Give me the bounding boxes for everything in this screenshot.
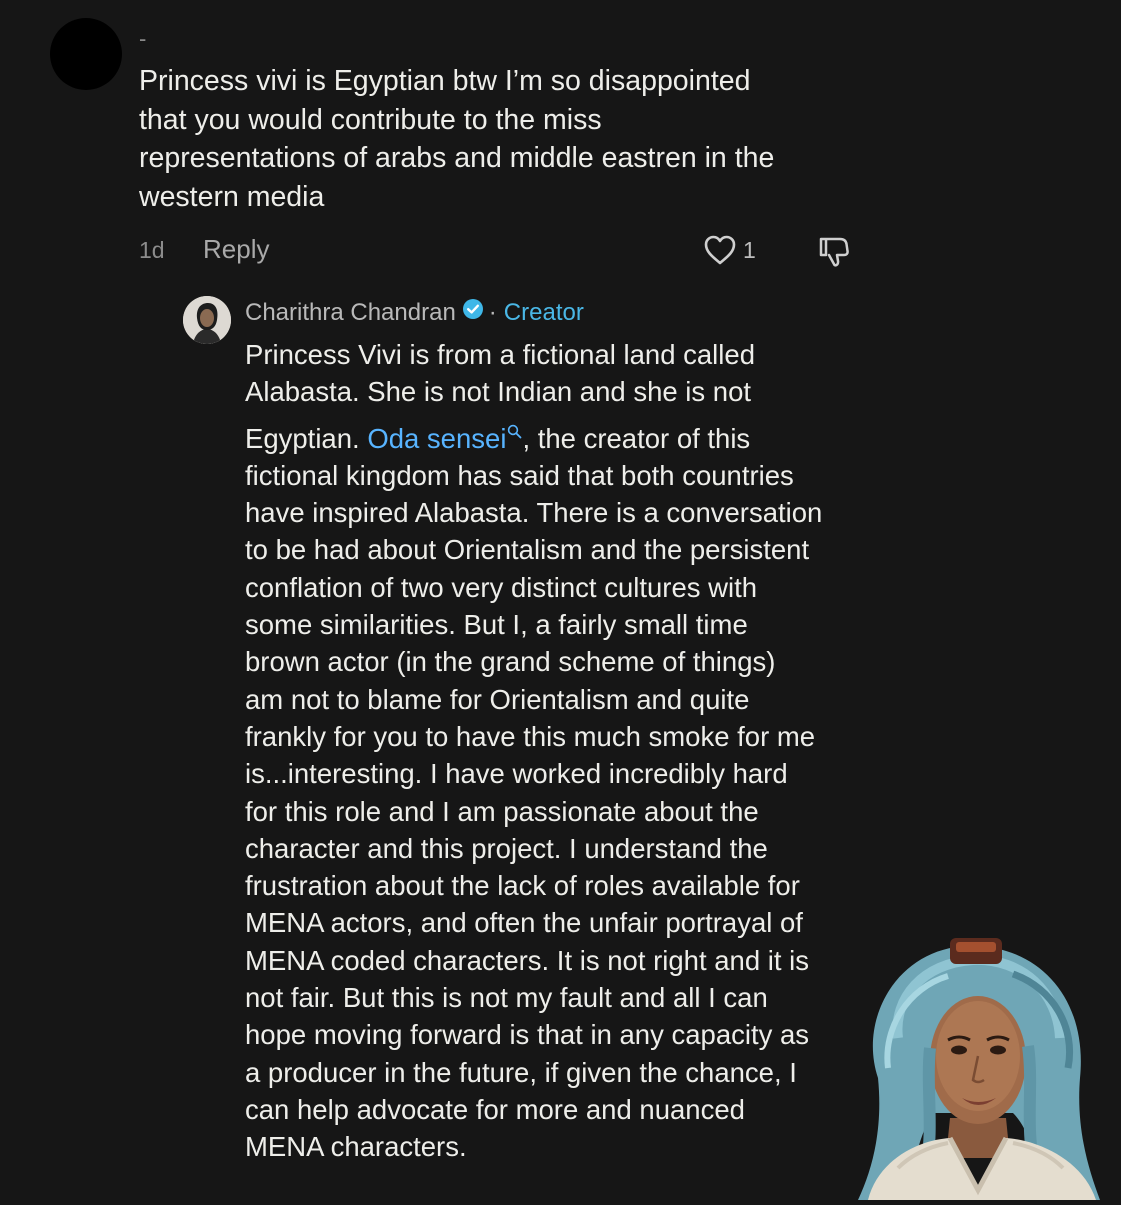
reply-line: for this role and I am passionate about … (245, 795, 759, 827)
reply-line: frustration about the lack of roles avai… (245, 870, 800, 902)
creator-badge: Creator (503, 298, 584, 326)
commenter-avatar[interactable] (50, 18, 122, 90)
creator-avatar[interactable] (183, 296, 231, 344)
reply-line: not fair. But this is not my fault and a… (245, 982, 768, 1014)
portrait-overlay (838, 928, 1121, 1200)
reply-line: frankly for you to have this much smoke … (245, 720, 816, 752)
like-count: 1 (743, 236, 756, 263)
reply-line: is...interesting. I have worked incredib… (245, 758, 788, 790)
reply-line: MENA actors, and often the unfair portra… (245, 907, 803, 939)
oda-sensei-link[interactable]: Oda sensei (367, 423, 506, 454)
reply-line: fictional kingdom has said that both cou… (245, 459, 794, 491)
comment-line: Princess vivi is Egyptian btw I’m so dis… (139, 65, 751, 97)
comment-line: western media (139, 180, 325, 213)
reply-line: brown actor (in the grand scheme of thin… (245, 646, 776, 678)
reply-line-prefix: Egyptian. (245, 422, 368, 454)
reply-line: MENA characters. (245, 1131, 467, 1163)
reply-line: character and this project. I understand… (245, 832, 768, 864)
reply-line: can help advocate for more and nuanced (245, 1093, 745, 1125)
reply-line: have inspired Alabasta. There is a conve… (245, 497, 823, 529)
header-separator: · (488, 298, 497, 326)
reply-line: am not to blame for Orientalism and quit… (245, 683, 750, 715)
dislike-icon (819, 237, 849, 267)
comment-line: representations of arabs and middle east… (139, 142, 775, 174)
verified-icon (462, 298, 484, 327)
dislike-button[interactable] (817, 234, 851, 275)
reply-line: Alabasta. She is not Indian and she is n… (245, 376, 752, 408)
reply-line: conflation of two very distinct cultures… (245, 571, 758, 603)
reply-button[interactable]: Reply (203, 234, 269, 265)
reply-line: hope moving forward is that in any capac… (245, 1019, 810, 1051)
creator-avatar-image (183, 296, 231, 344)
reply-line: some similarities. But I, a fairly small… (245, 609, 748, 641)
commenter-username[interactable]: - (139, 26, 146, 52)
heart-icon (704, 235, 736, 265)
reply-line: Princess Vivi is from a fictional land c… (245, 339, 755, 370)
comment-text: Princess vivi is Egyptian btw I’m so dis… (139, 62, 859, 216)
reply-line-suffix: , the creator of this (522, 422, 751, 454)
reply-header: Charithra Chandran · Creator (245, 298, 584, 327)
search-icon[interactable] (507, 411, 522, 448)
comment-line: that you would contribute to the miss (139, 103, 602, 136)
like-button[interactable]: 1 (703, 234, 756, 266)
reply-line: to be had about Orientalism and the pers… (245, 534, 810, 566)
reply-author[interactable]: Charithra Chandran (245, 299, 456, 327)
reply-text: Princess Vivi is from a fictional land c… (245, 336, 875, 1166)
comment-actions: 1d Reply 1 (139, 232, 859, 272)
reply-line: a producer in the future, if given the c… (245, 1056, 797, 1088)
reply-line: MENA coded characters. It is not right a… (245, 944, 810, 976)
comment-timestamp: 1d (139, 237, 165, 263)
